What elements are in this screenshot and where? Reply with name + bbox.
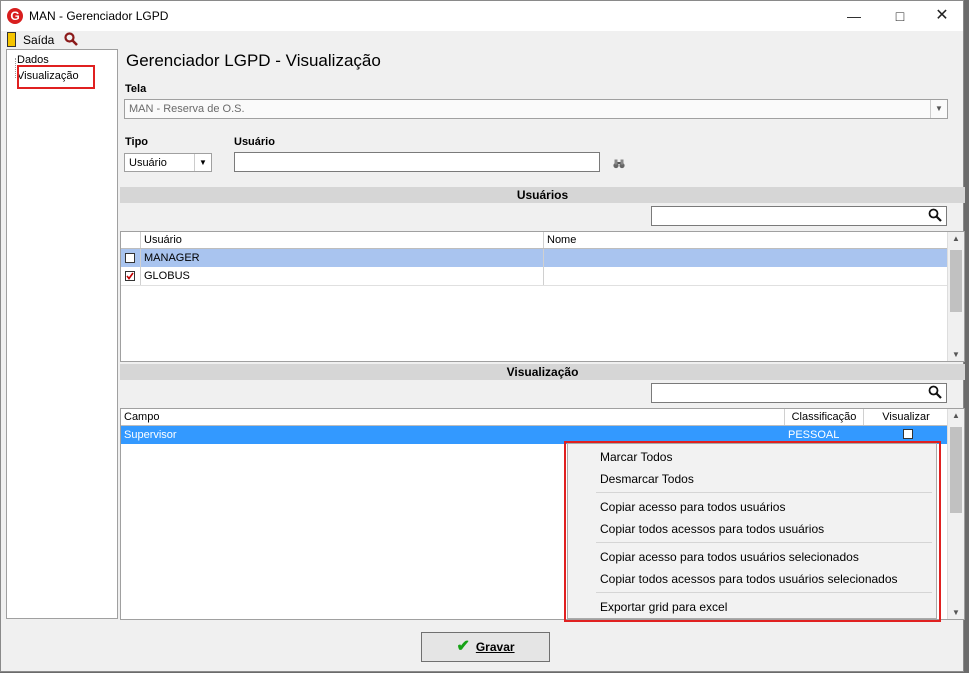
page-title: Gerenciador LGPD - Visualização <box>126 51 381 70</box>
maximize-button[interactable]: □ <box>877 1 923 31</box>
view-grid-scrollbar[interactable]: ▲ ▼ <box>947 409 964 619</box>
chevron-down-icon[interactable]: ▼ <box>930 100 947 118</box>
scroll-up-icon[interactable]: ▲ <box>948 234 964 243</box>
binoculars-icon[interactable] <box>613 158 625 172</box>
row-checkbox-cell <box>121 249 141 267</box>
view-search-input[interactable] <box>651 383 947 403</box>
users-search-input[interactable] <box>651 206 947 226</box>
scroll-thumb[interactable] <box>950 250 962 312</box>
scroll-thumb[interactable] <box>950 427 962 513</box>
search-icon[interactable] <box>928 208 942 225</box>
row-nome <box>544 267 949 285</box>
tela-label: Tela <box>125 83 147 95</box>
tela-select[interactable]: MAN - Reserva de O.S. ▼ <box>124 99 948 119</box>
tipo-label: Tipo <box>125 136 149 148</box>
context-menu-highlight-annotation <box>564 441 941 622</box>
usuario-input[interactable] <box>234 152 600 172</box>
exit-menu-item[interactable]: Saída <box>23 33 54 47</box>
row-nome <box>544 249 949 267</box>
checkmark-icon: ✔ <box>456 638 470 655</box>
scroll-down-icon[interactable]: ▼ <box>948 350 964 359</box>
table-row[interactable]: MANAGER <box>121 249 949 267</box>
search-tool-icon[interactable] <box>64 32 78 49</box>
table-row[interactable]: GLOBUS <box>121 267 949 286</box>
save-button[interactable]: ✔ Gravar <box>421 632 550 662</box>
chevron-down-icon[interactable]: ▼ <box>194 154 211 171</box>
column-header-classificacao[interactable]: Classificação <box>785 409 864 425</box>
tipo-select[interactable]: Usuário ▼ <box>124 153 212 172</box>
save-button-label: Gravar <box>475 640 515 654</box>
tela-select-value: MAN - Reserva de O.S. <box>129 103 245 115</box>
column-header-usuario[interactable]: Usuário <box>141 232 544 248</box>
row-usuario: GLOBUS <box>141 267 544 285</box>
row-checkbox[interactable] <box>125 253 135 263</box>
minimize-button[interactable]: — <box>831 1 877 31</box>
users-grid: Usuário Nome MANAGER GLOBUS ▲ ▼ <box>120 231 965 362</box>
view-grid-header: Campo Classificação Visualizar <box>121 409 949 426</box>
row-usuario: MANAGER <box>141 249 544 267</box>
title-bar: G MAN - Gerenciador LGPD — □ ✕ <box>1 1 963 31</box>
row-visualizar-checkbox[interactable] <box>903 429 913 439</box>
column-header-campo[interactable]: Campo <box>121 409 785 425</box>
close-button[interactable]: ✕ <box>919 1 965 31</box>
tipo-select-value: Usuário <box>129 157 167 169</box>
column-header-visualizar[interactable]: Visualizar <box>864 409 949 425</box>
usuario-label: Usuário <box>234 136 275 148</box>
main-window: G MAN - Gerenciador LGPD — □ ✕ Saída Dad… <box>0 0 965 672</box>
users-grid-scrollbar[interactable]: ▲ ▼ <box>947 232 964 361</box>
window-title: MAN - Gerenciador LGPD <box>29 9 169 23</box>
users-check-header <box>121 232 141 248</box>
users-grid-header: Usuário Nome <box>121 232 949 249</box>
column-header-nome[interactable]: Nome <box>544 232 949 248</box>
row-checkbox[interactable] <box>125 271 135 281</box>
app-logo-icon: G <box>7 8 23 24</box>
row-checkbox-cell <box>121 267 141 285</box>
search-icon[interactable] <box>928 385 942 402</box>
exit-door-icon[interactable] <box>7 32 16 47</box>
tree-highlight-annotation <box>17 65 95 89</box>
navigation-tree: Dados Visualização <box>6 49 118 619</box>
scroll-down-icon[interactable]: ▼ <box>948 608 964 617</box>
view-section-header: Visualização <box>120 364 965 380</box>
users-section-header: Usuários <box>120 187 965 203</box>
menu-bar: Saída <box>1 31 963 49</box>
scroll-up-icon[interactable]: ▲ <box>948 411 964 420</box>
